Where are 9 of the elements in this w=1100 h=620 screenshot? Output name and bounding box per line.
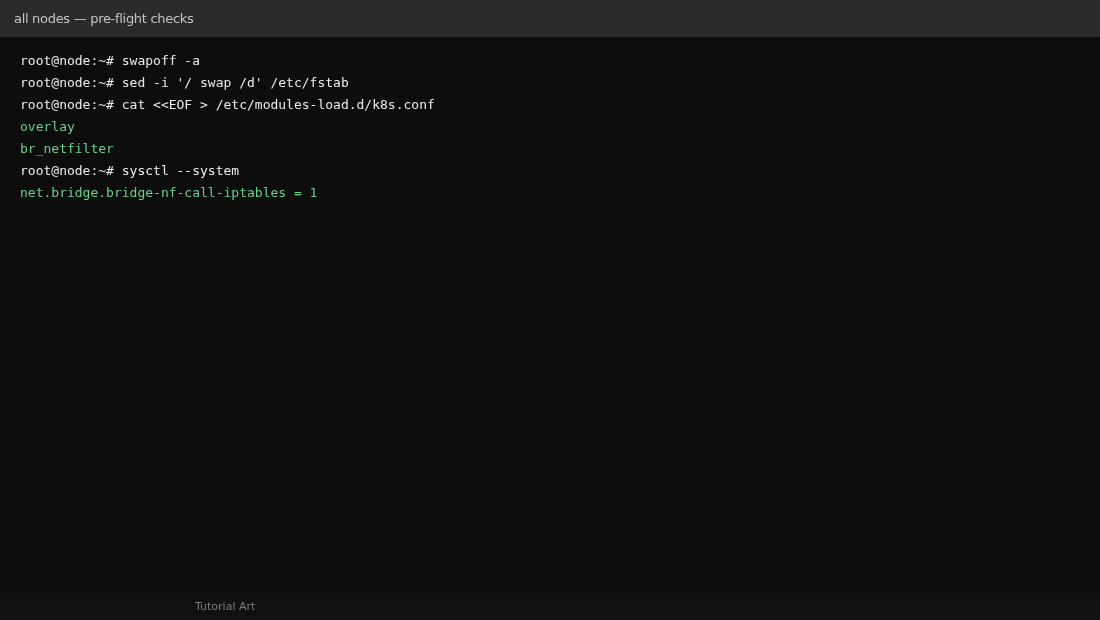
output-line: br_netfilter [20, 140, 115, 158]
output-line: net.bridge.bridge-nf-call-iptables = 1 [20, 184, 319, 202]
footer-caption: Tutorial Art [195, 600, 256, 613]
command-line: root@node:~# cat <<EOF > /etc/modules-load.d/k8s.conf [20, 96, 436, 114]
command-line: root@node:~# sed -i '/ swap /d' /etc/fstab [20, 74, 350, 92]
command-line: root@node:~# swapoff -a [20, 52, 201, 70]
window-title: all nodes — pre-flight checks [14, 11, 194, 26]
output-line: overlay [20, 118, 76, 136]
command-line: root@node:~# sysctl --system [20, 162, 241, 180]
